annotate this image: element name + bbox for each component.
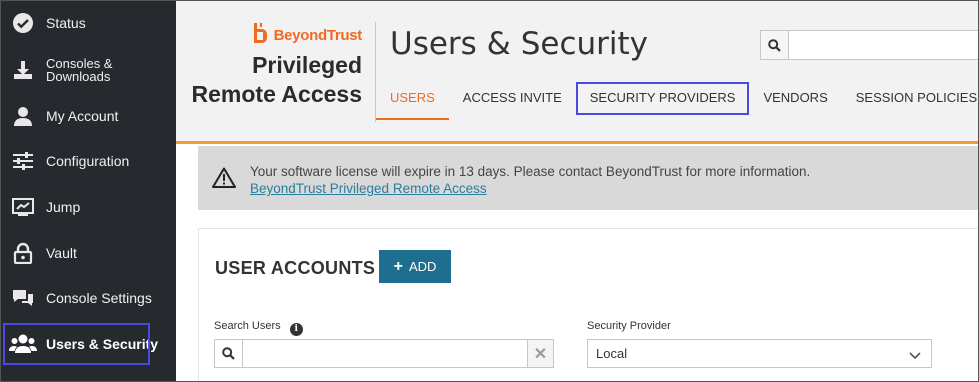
license-warning-banner: Your software license will expire in 13 … (198, 146, 979, 210)
brand[interactable]: BeyondTrust Privileged Remote Access (176, 22, 362, 109)
sidebar-item-label: Jump (46, 198, 81, 215)
security-provider-value: Local (596, 346, 628, 361)
info-icon[interactable]: i (289, 322, 303, 336)
add-user-button[interactable]: + ADD (379, 250, 451, 283)
add-button-label: ADD (408, 259, 437, 274)
search-users-label-text: Search Users (214, 320, 281, 332)
search-icon[interactable] (761, 31, 789, 59)
sidebar-item-label: Configuration (46, 152, 130, 169)
clear-icon[interactable]: ✕ (527, 340, 553, 367)
security-provider-select[interactable]: Local (587, 339, 932, 368)
search-users-field: ✕ (214, 339, 554, 368)
banner-text: Your software license will expire in 13 … (250, 146, 810, 197)
global-search-input[interactable] (789, 31, 978, 59)
sidebar-item-console-settings[interactable]: Console Settings (0, 276, 176, 320)
beyondtrust-logo-icon (251, 22, 269, 48)
chevron-down-icon (909, 348, 921, 363)
brand-logo-text: BeyondTrust (273, 26, 363, 44)
sidebar-item-label: Status (46, 14, 86, 31)
sidebar-item-label: Console Settings (46, 289, 152, 306)
check-circle-icon (0, 12, 46, 34)
jump-icon (0, 196, 46, 218)
tab-vendors[interactable]: VENDORS (749, 82, 841, 120)
lock-icon (0, 242, 46, 264)
sidebar-item-label: Consoles & Downloads (46, 57, 112, 83)
global-search (760, 30, 979, 60)
search-users-input[interactable] (243, 340, 527, 367)
section-title: USER ACCOUNTS (215, 258, 376, 278)
sidebar-item-my-account[interactable]: My Account (0, 94, 176, 138)
tab-users[interactable]: USERS (376, 82, 449, 120)
product-name-line1: Privileged (252, 52, 362, 78)
sidebar-item-jump[interactable]: Jump (0, 185, 176, 229)
sliders-icon (0, 150, 46, 172)
product-name-line2: Remote Access (191, 81, 362, 107)
plus-icon: + (393, 257, 403, 275)
header: BeyondTrust Privileged Remote Access Use… (176, 0, 979, 144)
brand-logo: BeyondTrust (176, 22, 362, 48)
user-accounts-panel: USER ACCOUNTS + ADD Search Users i ✕ Sec… (198, 228, 979, 382)
sidebar-item-consoles-downloads[interactable]: Consoles & Downloads (0, 48, 176, 92)
security-provider-label: Security Provider (587, 320, 671, 332)
user-icon (0, 105, 46, 127)
warning-icon (198, 146, 250, 188)
banner-message: Your software license will expire in 13 … (250, 164, 811, 179)
chat-icon (0, 287, 46, 309)
search-icon[interactable] (215, 340, 243, 367)
users-icon (0, 333, 46, 355)
tab-bar: USERS ACCESS INVITE SECURITY PROVIDERS V… (376, 82, 979, 120)
sidebar-item-configuration[interactable]: Configuration (0, 139, 176, 183)
tab-security-providers[interactable]: SECURITY PROVIDERS (575, 82, 750, 115)
sidebar-item-vault[interactable]: Vault (0, 231, 176, 275)
sidebar-item-status[interactable]: Status (0, 1, 176, 45)
sidebar-item-label: My Account (46, 107, 119, 124)
sidebar-item-label: Users & Security (46, 335, 159, 352)
sidebar: Status Consoles & Downloads My Account C… (0, 0, 176, 382)
download-icon (0, 59, 46, 81)
search-users-label: Search Users i (214, 320, 303, 336)
product-name: Privileged Remote Access (176, 51, 362, 109)
sidebar-item-label: Vault (46, 244, 77, 261)
tab-access-invite[interactable]: ACCESS INVITE (449, 82, 576, 120)
sidebar-item-label-line2: Downloads (46, 69, 111, 84)
page-title: Users & Security (390, 26, 648, 62)
sidebar-item-users-security[interactable]: Users & Security (0, 322, 176, 366)
tab-session-policies[interactable]: SESSION POLICIES (842, 82, 979, 120)
banner-link[interactable]: BeyondTrust Privileged Remote Access (250, 181, 487, 196)
